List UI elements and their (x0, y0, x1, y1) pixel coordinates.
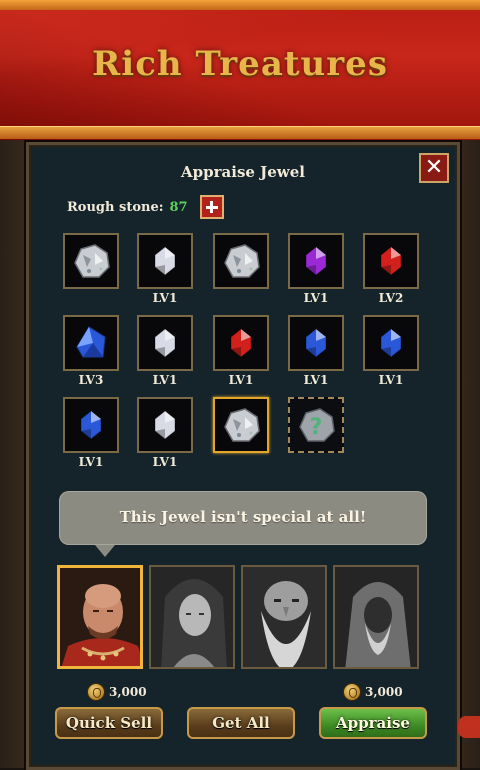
white-gem-icon (154, 246, 176, 276)
jewel-slot[interactable] (288, 233, 344, 289)
white-gem-icon (154, 410, 176, 440)
jewel-level-label: LV1 (303, 291, 329, 305)
rough-stone-icon (224, 408, 260, 442)
red-gem-icon (380, 246, 402, 276)
appraise-dialog: Appraise Jewel ✕ Rough stone: 87 LV1 LV1 L… (26, 142, 460, 770)
dialog-title: Appraise Jewel (181, 163, 305, 181)
cost-right: 3,000 (343, 683, 403, 701)
jewel-slot[interactable] (213, 397, 269, 453)
jewel-level-label: LV1 (152, 373, 178, 387)
cost-right-value: 3,000 (365, 685, 403, 699)
jewel-slot[interactable] (137, 315, 193, 371)
jewel-slot[interactable]: ? (288, 397, 344, 453)
jewel-slot[interactable] (213, 315, 269, 371)
coin-icon (87, 683, 105, 701)
purple-gem-icon (305, 246, 327, 276)
jewel-level-label: LV1 (228, 373, 254, 387)
banner-bottom-stripe (0, 126, 480, 139)
appraiser-portrait-woman[interactable] (149, 565, 235, 669)
appraise-button[interactable]: Appraise (319, 707, 427, 739)
jewel-slot[interactable] (213, 233, 269, 289)
cost-left: 3,000 (87, 683, 147, 701)
banner-title: Rich Treatures (92, 44, 388, 84)
jewel-level-label: LV1 (303, 373, 329, 387)
jewel-level-label: LV3 (78, 373, 104, 387)
add-rough-stone-button[interactable] (199, 195, 224, 219)
jewel-slot[interactable] (63, 397, 119, 453)
close-icon: ✕ (424, 155, 444, 180)
banner-top-stripe (0, 0, 480, 10)
jewel-level-label: LV1 (78, 455, 104, 469)
blue-gem-icon (76, 326, 106, 358)
rough-stone-icon (224, 244, 260, 278)
rough-stone-label: Rough stone: (67, 199, 164, 215)
quick-sell-button[interactable]: Quick Sell (55, 707, 163, 739)
mystery-stone-icon: ? (299, 408, 335, 442)
jewel-level-label: LV1 (152, 455, 178, 469)
coin-icon (343, 683, 361, 701)
jewel-level-label: LV1 (378, 373, 404, 387)
jewel-slot[interactable] (137, 233, 193, 289)
jewel-slot[interactable] (363, 233, 419, 289)
blue-gem-icon (305, 328, 327, 358)
svg-text:?: ? (310, 415, 323, 440)
jewel-slot[interactable] (63, 315, 119, 371)
jewel-level-label: LV1 (152, 291, 178, 305)
appraiser-portrait-dwarf[interactable] (241, 565, 327, 669)
blue-gem-icon (380, 328, 402, 358)
jewel-slot[interactable] (63, 233, 119, 289)
close-button[interactable]: ✕ (419, 153, 449, 183)
appraiser-portrait-merchant[interactable] (57, 565, 143, 669)
rough-stone-icon (74, 244, 110, 278)
cost-left-value: 3,000 (109, 685, 147, 699)
red-gem-icon (230, 328, 252, 358)
rough-stone-count: 87 (169, 199, 188, 215)
message-text: This Jewel isn't special at all! (119, 508, 367, 526)
white-gem-icon (154, 328, 176, 358)
jewel-slot[interactable] (363, 315, 419, 371)
blue-gem-icon (80, 410, 102, 440)
get-all-button[interactable]: Get All (187, 707, 295, 739)
jewel-level-label: LV2 (378, 291, 404, 305)
banner: Rich Treatures (0, 0, 480, 140)
jewel-slot[interactable] (288, 315, 344, 371)
appraiser-portrait-sage[interactable] (333, 565, 419, 669)
message-bubble: This Jewel isn't special at all! (59, 491, 427, 557)
rough-stone-row: Rough stone: 87 (67, 195, 224, 219)
side-notification-tab[interactable] (458, 716, 480, 738)
jewel-slot[interactable] (137, 397, 193, 453)
